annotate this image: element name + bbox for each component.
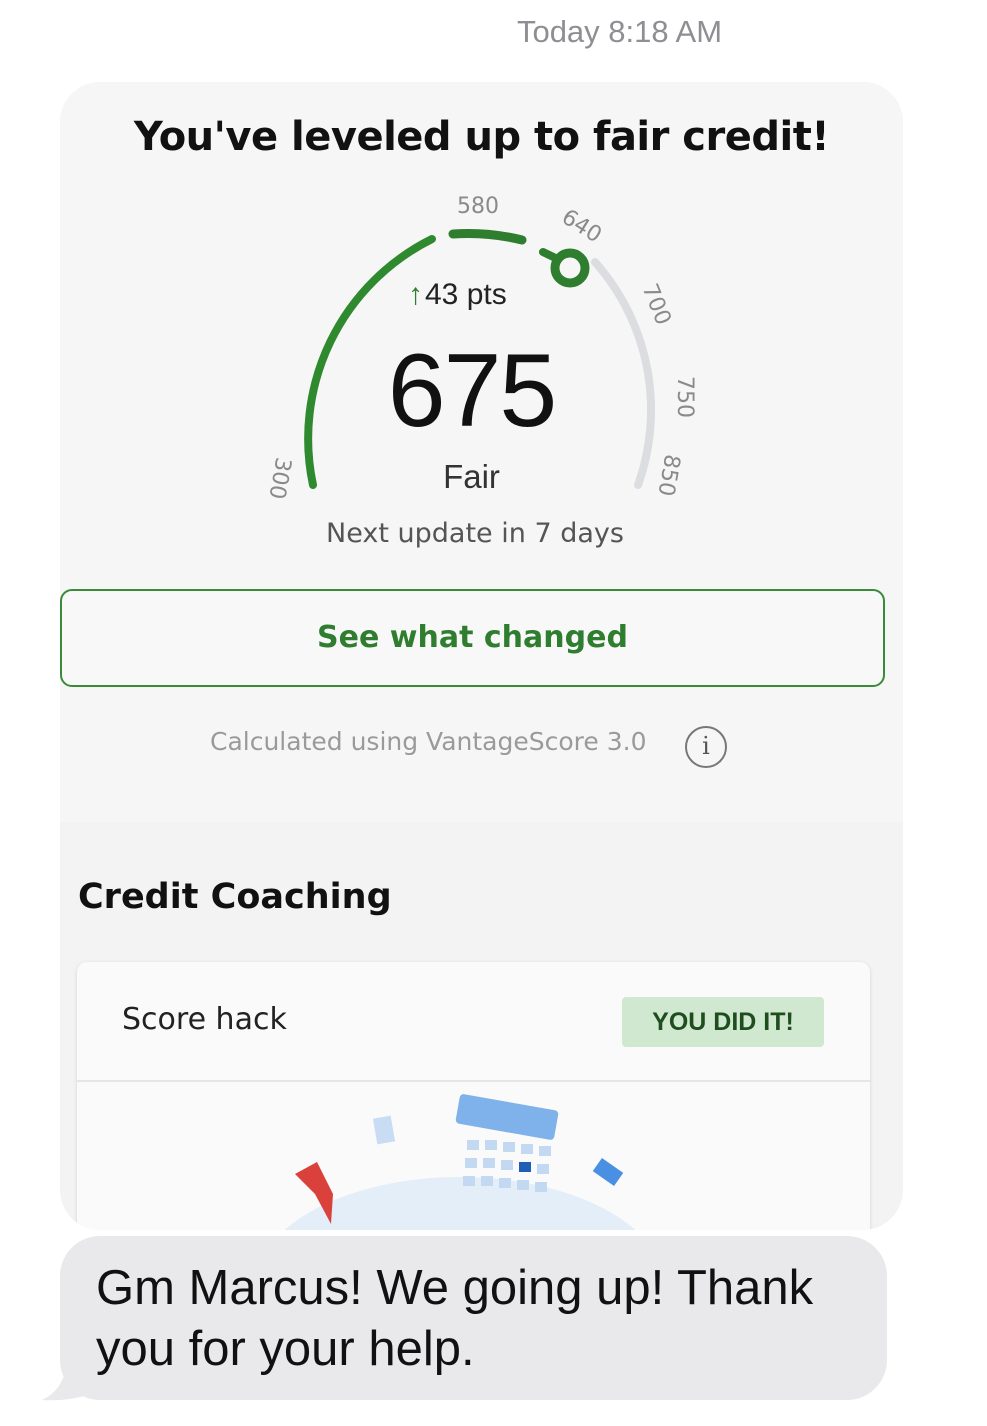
message-text: Gm Marcus! We going up! Thank you for yo…	[96, 1261, 814, 1376]
score-hack-label: Score hack	[122, 1002, 287, 1037]
next-update-text: Next update in 7 days	[326, 518, 624, 549]
tick-label-700: 700	[637, 280, 676, 328]
info-icon[interactable]: i	[685, 726, 727, 768]
message-bubble-tail	[42, 1350, 100, 1401]
credit-score: 675	[387, 333, 558, 449]
credit-coaching-title: Credit Coaching	[78, 877, 392, 917]
score-change: ↑43 pts	[408, 278, 507, 312]
gauge-marker	[550, 248, 590, 288]
see-what-changed-button[interactable]: See what changed	[60, 589, 885, 687]
score-change-value: 43 pts	[425, 278, 507, 311]
score-hack-card[interactable]: Score hack YOU DID IT!	[77, 962, 870, 1230]
score-section: You've leveled up to fair credit! 580 64…	[60, 82, 903, 822]
message-timestamp: Today 8:18 AM	[516, 14, 723, 49]
you-did-it-badge: YOU DID IT!	[622, 997, 824, 1047]
tick-label-640: 640	[557, 205, 606, 248]
confetti-blue	[592, 1157, 624, 1187]
arrow-up-icon: ↑	[408, 278, 423, 311]
vantagescore-note: Calculated using VantageScore 3.0	[210, 727, 647, 756]
score-rating: Fair	[443, 458, 500, 495]
credit-card-image[interactable]: You've leveled up to fair credit! 580 64…	[60, 82, 903, 1230]
calendar-header	[455, 1094, 559, 1140]
gauge-fair-arc	[448, 228, 527, 245]
tick-label-580: 580	[457, 194, 499, 219]
confetti-light	[372, 1115, 396, 1145]
calendar-illustration	[284, 1094, 636, 1230]
